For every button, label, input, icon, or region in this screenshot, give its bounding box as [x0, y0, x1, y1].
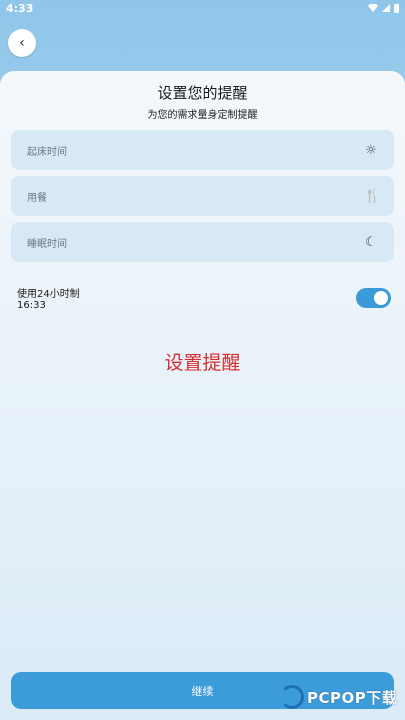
sun-icon: ☼ [365, 142, 377, 158]
switch-knob [374, 291, 388, 305]
logo-mark-icon [280, 685, 304, 709]
sleep-time-label: 睡眠时间 [27, 238, 67, 250]
overlay-caption: 设置提醒 [164, 352, 241, 374]
back-button[interactable]: ‹ [8, 29, 36, 57]
signal-icon [382, 4, 390, 12]
24-hour-switch[interactable] [356, 288, 391, 308]
status-icons [368, 3, 399, 13]
wake-time-label: 起床时间 [27, 146, 67, 158]
page-subtitle: 为您的需求量身定制提醒 [147, 110, 258, 121]
sleep-icon: ☾ [365, 234, 377, 250]
wifi-icon [368, 4, 378, 12]
24-hour-label: 使用24小时制 [17, 289, 80, 300]
meal-label: 用餐 [27, 192, 47, 204]
sleep-time-field[interactable]: 睡眠时间 ☾ [11, 222, 394, 262]
watermark-logo: PCPOP下载 [280, 682, 402, 712]
logo-text: PCPOP下载 [307, 688, 398, 707]
wake-time-field[interactable]: 起床时间 ☼ [11, 130, 394, 170]
chevron-left-icon: ‹ [19, 35, 25, 51]
cutlery-icon: 🍴 [364, 188, 381, 204]
page-title: 设置您的提醒 [157, 84, 248, 102]
meal-field[interactable]: 用餐 🍴 [11, 176, 394, 216]
current-time-preview: 16:33 [17, 300, 46, 311]
24-hour-toggle-row: 使用24小时制 16:33 [17, 285, 391, 315]
status-bar: 4:33 [0, 0, 405, 16]
status-time: 4:33 [6, 1, 34, 15]
battery-icon [394, 3, 399, 13]
